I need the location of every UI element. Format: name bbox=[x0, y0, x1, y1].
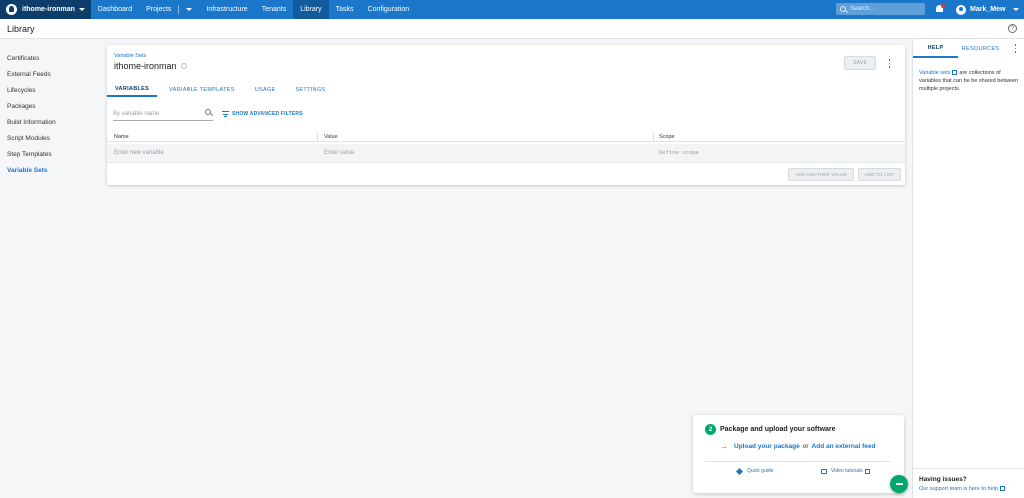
divider bbox=[705, 461, 891, 462]
getting-started-title: Package and upload your software bbox=[720, 426, 836, 433]
search-icon bbox=[205, 109, 211, 115]
octopus-logo-icon bbox=[6, 4, 17, 15]
sidebar-item-variable-sets[interactable]: Variable Sets bbox=[0, 162, 100, 178]
projects-dropdown[interactable] bbox=[179, 0, 199, 19]
help-text: Variable sets are collections of variable… bbox=[919, 69, 1019, 93]
define-scope-input[interactable]: Define scope bbox=[659, 150, 699, 156]
chevron-down-icon bbox=[1013, 8, 1020, 11]
new-variable-value-input[interactable]: Enter value bbox=[324, 150, 354, 156]
show-advanced-filters-button[interactable]: SHOW ADVANCED FILTERS bbox=[222, 111, 303, 117]
top-nav: ithome-ironman Dashboard Projects Infras… bbox=[0, 0, 1024, 19]
quick-guide-link[interactable]: Quick guide bbox=[735, 467, 774, 475]
tab-bar: VARIABLES VARIABLE TEMPLATES USAGE SETTI… bbox=[107, 83, 337, 97]
filter-icon bbox=[222, 111, 229, 117]
nav-item-configuration[interactable]: Configuration bbox=[361, 0, 417, 19]
table-header: Name Value Scope bbox=[107, 132, 905, 142]
sidebar-item-lifecycles[interactable]: Lifecycles bbox=[0, 82, 100, 98]
sidebar-item-certificates[interactable]: Certificates bbox=[0, 50, 100, 66]
nav-item-tenants[interactable]: Tenants bbox=[255, 0, 294, 19]
video-tutorials-link[interactable]: Video tutorials bbox=[821, 468, 872, 474]
add-another-value-button[interactable]: ADD ANOTHER VALUE bbox=[788, 168, 854, 181]
new-variable-name-input[interactable]: Enter new variable bbox=[114, 150, 164, 156]
user-menu[interactable]: Mark_Mew bbox=[956, 0, 1020, 19]
sidebar-item-build-information[interactable]: Build Information bbox=[0, 114, 100, 130]
page-title: Library bbox=[7, 23, 35, 34]
search-icon bbox=[840, 6, 846, 12]
external-link-icon bbox=[999, 486, 1005, 492]
tab-variables[interactable]: VARIABLES bbox=[107, 83, 158, 97]
quick-guide-label: Quick guide bbox=[747, 468, 774, 474]
tab-settings[interactable]: SETTINGS bbox=[287, 83, 333, 97]
library-sidebar: Certificates External Feeds Lifecycles P… bbox=[0, 50, 100, 178]
tab-usage[interactable]: USAGE bbox=[247, 83, 284, 97]
search-input[interactable]: Search... bbox=[836, 3, 925, 15]
column-divider bbox=[317, 132, 318, 142]
info-icon[interactable] bbox=[180, 63, 187, 69]
advanced-filters-label: SHOW ADVANCED FILTERS bbox=[232, 111, 303, 117]
variable-filter-input[interactable]: By variable name bbox=[113, 107, 213, 121]
nav-item-tasks[interactable]: Tasks bbox=[329, 0, 361, 19]
help-icon[interactable]: ? bbox=[1008, 24, 1017, 33]
minus-icon bbox=[895, 483, 903, 485]
step-number-badge: 2 bbox=[705, 424, 716, 435]
chevron-down-icon bbox=[78, 8, 85, 11]
variable-set-card: Variable Sets ithome-ironman SAVE VARIAB… bbox=[107, 45, 905, 185]
avatar bbox=[956, 4, 966, 15]
arrow-right-icon: → bbox=[720, 442, 728, 451]
column-header-scope: Scope bbox=[659, 134, 675, 140]
support-link[interactable]: Our support team is here to help bbox=[919, 486, 1019, 492]
notification-bell-icon[interactable] bbox=[935, 4, 945, 15]
sidebar-item-packages[interactable]: Packages bbox=[0, 98, 100, 114]
table-actions: ADD ANOTHER VALUE ADD TO LIST bbox=[107, 165, 905, 185]
getting-started-actions: → Upload your package or Add an external… bbox=[720, 442, 875, 451]
user-name: Mark_Mew bbox=[970, 6, 1006, 13]
new-variable-row: Enter new variable Enter value Define sc… bbox=[107, 144, 905, 163]
help-panel: HELP RESOURCES Variable sets are collecti… bbox=[912, 39, 1024, 498]
notification-dot bbox=[941, 4, 945, 8]
help-panel-tabs: HELP RESOURCES bbox=[913, 39, 1024, 58]
save-button[interactable]: SAVE bbox=[844, 56, 876, 70]
chevron-down-icon bbox=[186, 8, 193, 11]
having-issues-heading: Having issues? bbox=[919, 476, 967, 483]
tab-variable-templates[interactable]: VARIABLE TEMPLATES bbox=[161, 83, 243, 97]
search-placeholder: Search... bbox=[850, 6, 875, 12]
tab-resources[interactable]: RESOURCES bbox=[958, 39, 1003, 58]
breadcrumb[interactable]: Variable Sets bbox=[114, 53, 146, 59]
page-header: Library ? bbox=[0, 19, 1024, 39]
nav-item-dashboard[interactable]: Dashboard bbox=[91, 0, 139, 19]
space-name: ithome-ironman bbox=[22, 6, 75, 13]
video-icon bbox=[821, 468, 827, 474]
column-divider bbox=[653, 132, 654, 142]
getting-started-card: 2 Package and upload your software → Upl… bbox=[693, 415, 904, 493]
variable-set-title: ithome-ironman bbox=[114, 61, 187, 71]
getting-started-heading: 2 Package and upload your software bbox=[705, 424, 836, 435]
upload-package-link[interactable]: Upload your package bbox=[734, 443, 800, 450]
external-link-icon bbox=[952, 70, 958, 76]
more-options-icon[interactable] bbox=[888, 59, 891, 68]
nav-item-projects[interactable]: Projects bbox=[139, 0, 178, 19]
help-panel-more-icon[interactable] bbox=[1014, 44, 1017, 53]
collapse-getting-started-button[interactable] bbox=[890, 475, 908, 493]
filter-placeholder: By variable name bbox=[113, 110, 160, 117]
add-external-feed-link[interactable]: Add an external feed bbox=[812, 443, 876, 450]
sidebar-item-script-modules[interactable]: Script Modules bbox=[0, 130, 100, 146]
nav-item-library[interactable]: Library bbox=[293, 0, 329, 19]
sidebar-item-step-templates[interactable]: Step Templates bbox=[0, 146, 100, 162]
page-title: ithome-ironman bbox=[114, 61, 177, 71]
space-selector[interactable]: ithome-ironman bbox=[0, 0, 91, 19]
add-to-list-button[interactable]: ADD TO LIST bbox=[858, 168, 901, 181]
help-panel-footer: Having issues? Our support team is here … bbox=[913, 468, 1024, 492]
variable-sets-help-link[interactable]: Variable sets bbox=[919, 70, 950, 76]
external-link-icon bbox=[864, 468, 870, 474]
column-header-name: Name bbox=[114, 134, 129, 140]
nav-item-infrastructure[interactable]: Infrastructure bbox=[199, 0, 254, 19]
support-link-text: Our support team is here to help bbox=[919, 486, 998, 492]
tab-help[interactable]: HELP bbox=[913, 39, 958, 58]
or-text: or bbox=[802, 443, 809, 450]
column-header-value: Value bbox=[324, 134, 338, 140]
video-tutorials-label: Video tutorials bbox=[831, 468, 863, 474]
quick-guide-icon bbox=[735, 467, 744, 475]
sidebar-item-external-feeds[interactable]: External Feeds bbox=[0, 66, 100, 82]
